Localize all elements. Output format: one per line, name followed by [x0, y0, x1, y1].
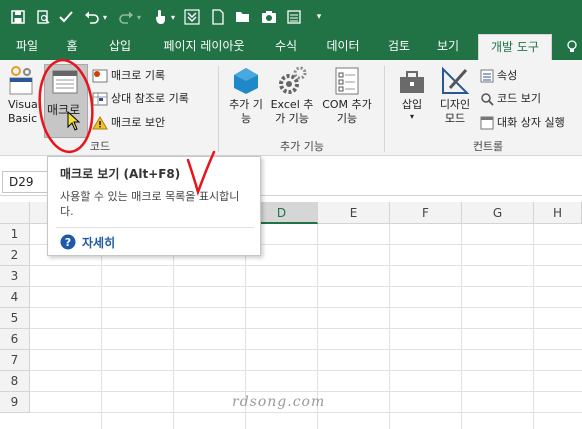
- watermark: rdsong.com: [232, 394, 326, 410]
- annotation-circle: [38, 58, 94, 154]
- annotation-overlay: [38, 58, 216, 197]
- annotation-checkmark: [186, 150, 216, 197]
